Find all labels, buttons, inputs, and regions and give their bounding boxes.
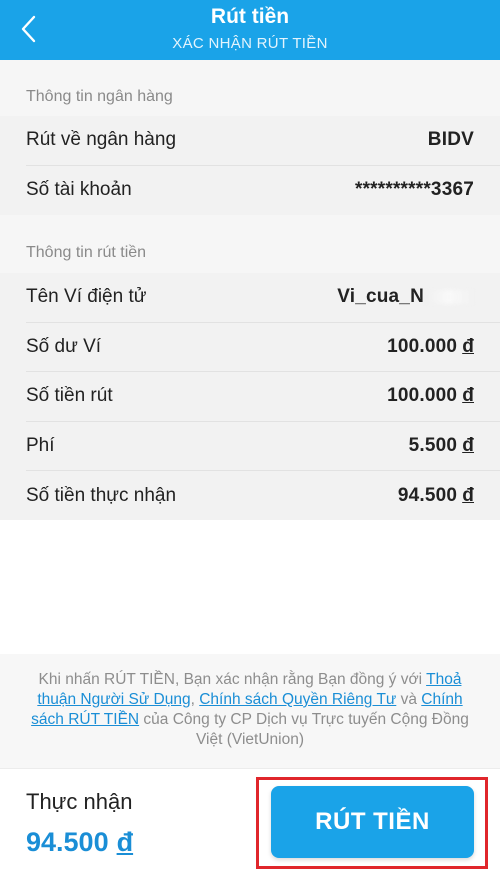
withdraw-info-group: Tên Ví điện tử Vi_cua_N Số dư Ví 100.000… <box>0 273 500 521</box>
row-label: Số tài khoản <box>26 179 132 201</box>
terms-prefix: Khi nhấn RÚT TIỀN, Bạn xác nhận rằng Bạn… <box>38 671 427 688</box>
row-value: 5.500 đ <box>409 435 474 457</box>
row-label: Số tiền thực nhận <box>26 484 177 506</box>
currency-symbol: đ <box>462 434 474 456</box>
currency-symbol: đ <box>462 385 474 407</box>
bank-info-group: Rút về ngân hàng BIDV Số tài khoản *****… <box>0 116 500 215</box>
row-withdraw-amount: Số tiền rút 100.000 đ <box>26 372 500 422</box>
row-value: **********3367 <box>354 179 474 201</box>
row-value: 94.500 đ <box>398 485 474 507</box>
currency-symbol: đ <box>462 484 474 506</box>
row-label: Tên Ví điện tử <box>26 286 147 308</box>
redacted-blur <box>424 290 474 305</box>
row-value: 100.000 đ <box>387 336 474 358</box>
row-value: 100.000 đ <box>387 385 474 407</box>
footer-bar: Thực nhận 94.500 đ RÚT TIỀN <box>0 768 500 884</box>
terms-notice: Khi nhấn RÚT TIỀN, Bạn xác nhận rằng Bạn… <box>0 654 500 768</box>
amount-text: 100.000 <box>387 335 458 357</box>
row-value: BIDV <box>427 129 474 151</box>
terms-separator: và <box>396 691 422 708</box>
row-label: Số tiền rút <box>26 385 113 407</box>
section-title-withdraw: Thông tin rút tiền <box>0 215 500 273</box>
amount-text: 5.500 <box>408 434 458 456</box>
currency-symbol: đ <box>462 335 474 357</box>
row-net-amount: Số tiền thực nhận 94.500 đ <box>26 471 500 521</box>
currency-symbol: đ <box>116 827 134 857</box>
wallet-name-text: Vi_cua_N <box>337 286 424 308</box>
page-subtitle: XÁC NHẬN RÚT TIỀN <box>172 35 328 52</box>
row-wallet-balance: Số dư Ví 100.000 đ <box>26 323 500 372</box>
row-label: Số dư Ví <box>26 335 102 357</box>
withdraw-button[interactable]: RÚT TIỀN <box>271 786 474 858</box>
row-fee: Phí 5.500 đ <box>26 422 500 471</box>
terms-separator: , <box>190 691 200 708</box>
row-account-number: Số tài khoản **********3367 <box>26 166 500 216</box>
net-receive-label: Thực nhận <box>26 789 133 814</box>
row-label: Phí <box>26 434 55 456</box>
amount-text: 100.000 <box>387 385 458 407</box>
section-title-bank: Thông tin ngân hàng <box>0 60 500 116</box>
privacy-policy-link[interactable]: Chính sách Quyền Riêng Tư <box>199 691 396 708</box>
empty-space <box>0 520 500 654</box>
net-receive-amount: 94.500 đ <box>26 827 133 858</box>
row-label: Rút về ngân hàng <box>26 129 177 151</box>
row-value: Vi_cua_N <box>337 286 474 308</box>
amount-text: 94.500 <box>397 484 458 506</box>
net-amount-text: 94.500 <box>26 827 109 857</box>
terms-suffix: của Công ty CP Dịch vụ Trực tuyến Cộng Đ… <box>139 711 469 748</box>
row-wallet-name: Tên Ví điện tử Vi_cua_N <box>26 273 500 323</box>
header-bar: Rút tiền XÁC NHẬN RÚT TIỀN <box>0 0 500 60</box>
row-bank-name: Rút về ngân hàng BIDV <box>26 116 500 166</box>
page-title: Rút tiền <box>210 5 290 28</box>
